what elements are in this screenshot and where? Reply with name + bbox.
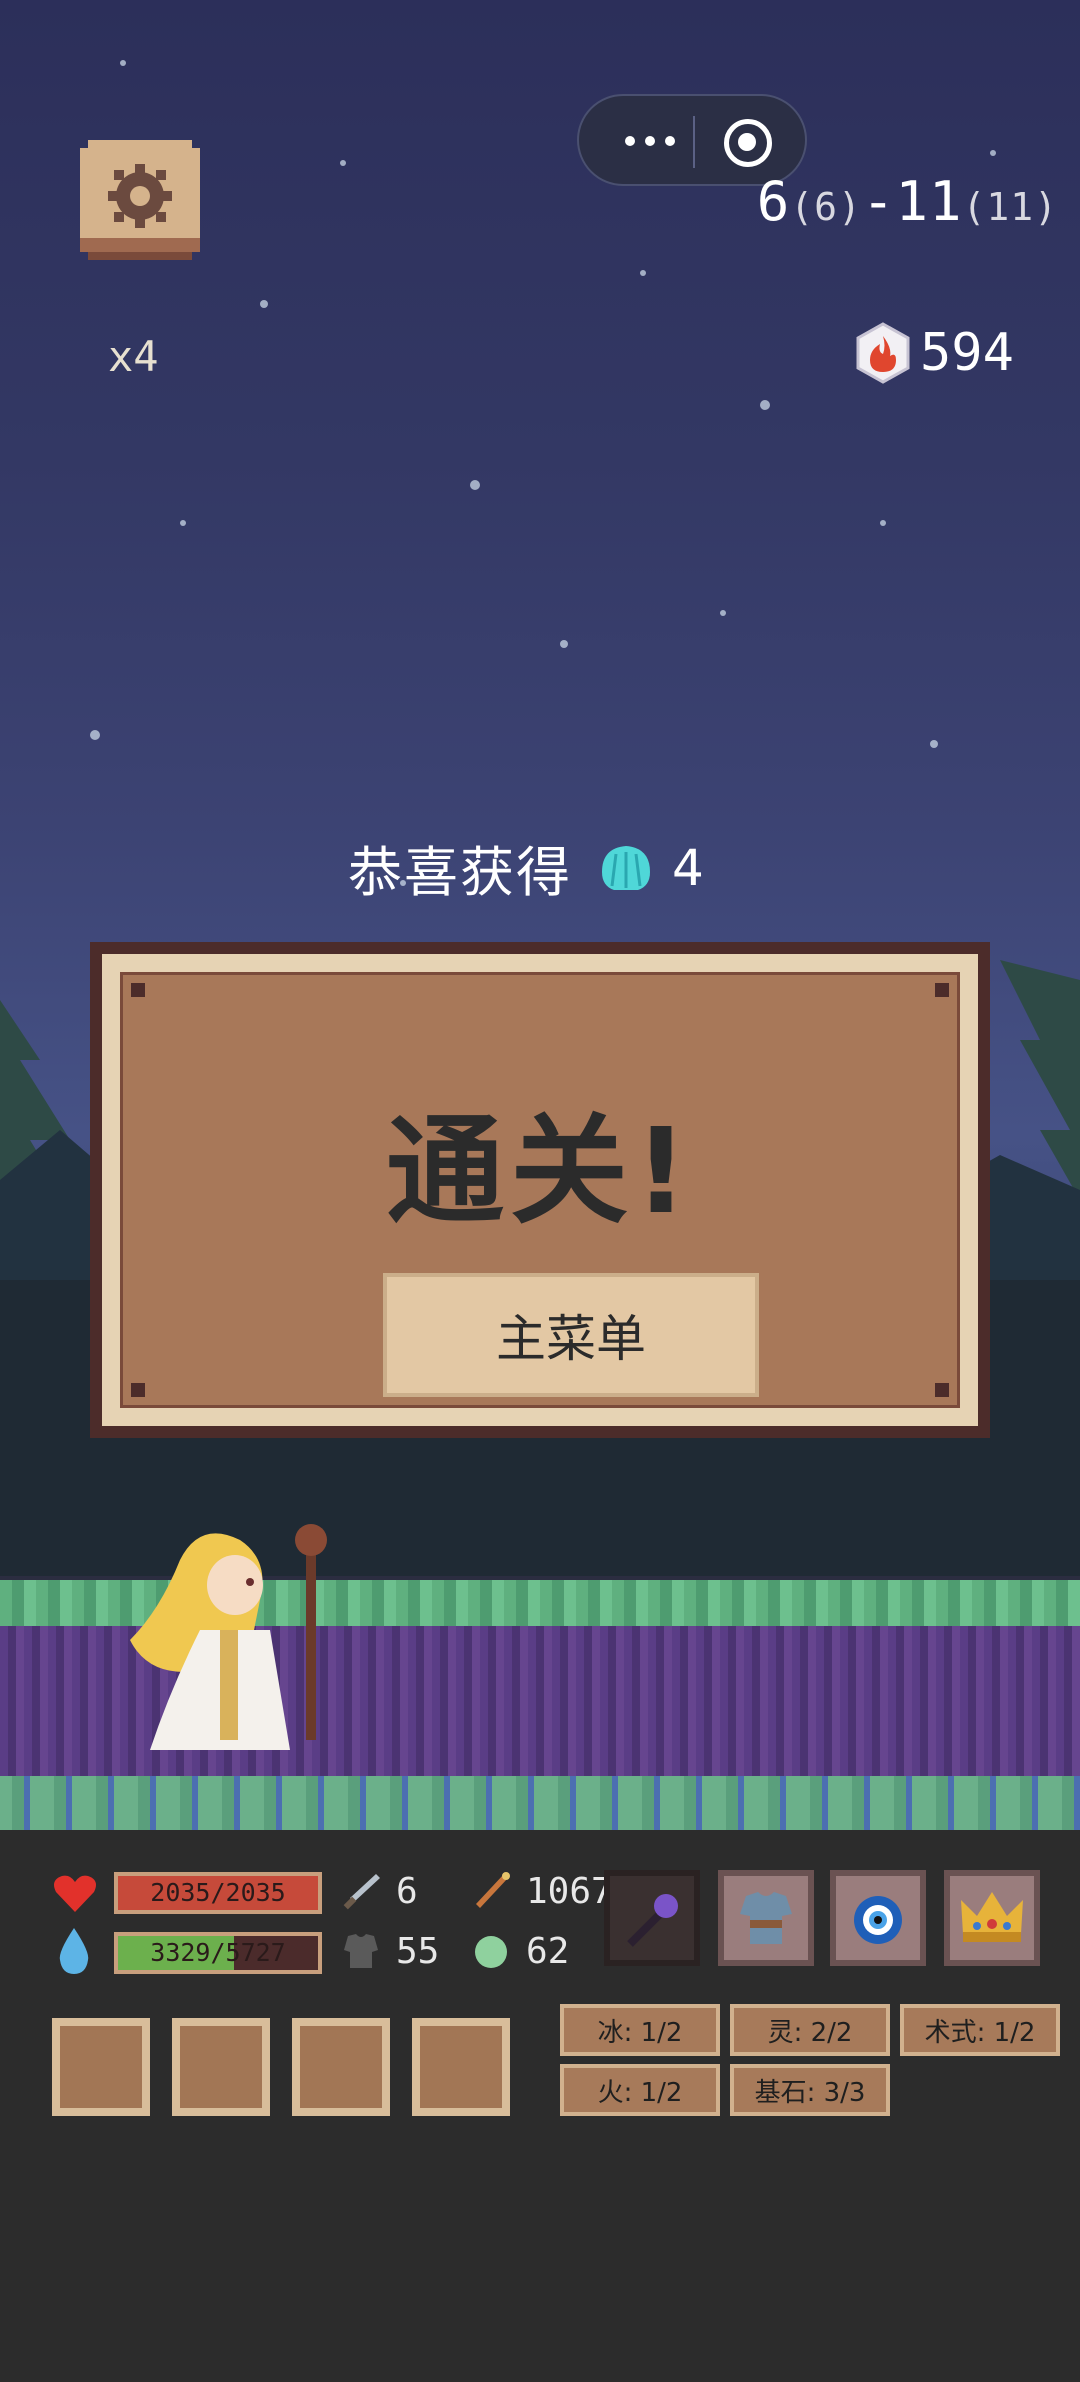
- corner-rivet: [131, 1383, 145, 1397]
- heart-icon: [54, 1875, 96, 1912]
- staff-icon: [627, 1894, 678, 1947]
- corner-rivet: [935, 1383, 949, 1397]
- status-hud: 2035/2035 3329/5727 6 1067 55 62 冰: 1/2 …: [0, 1830, 1080, 2382]
- level-main: 6: [756, 170, 791, 233]
- dialog-title: 通关!: [386, 1102, 694, 1240]
- shell-icon: [602, 845, 650, 890]
- game-scene: [0, 0, 1080, 1830]
- magic-value: 1067: [526, 1870, 613, 1912]
- armor-equipment-slot[interactable]: [718, 1870, 814, 1966]
- hp-bar: 2035/2035: [114, 1872, 322, 1914]
- corner-rivet: [131, 983, 145, 997]
- level-sub-paren: (11): [962, 185, 1058, 229]
- stage-level: 6(6)-11(11): [757, 170, 1058, 233]
- currency-value: 594: [920, 323, 1014, 383]
- mana-drop-icon: [59, 1928, 89, 1974]
- reward-banner: 恭喜获得 4: [348, 828, 706, 907]
- crown-equipment-slot[interactable]: [944, 1870, 1040, 1966]
- armor-icon: [740, 1892, 792, 1944]
- item-slot[interactable]: [292, 2018, 390, 2116]
- crown-icon: [961, 1892, 1023, 1942]
- fire-gem-icon: [856, 322, 910, 384]
- attack-value: 6: [396, 1870, 418, 1912]
- synergy-tag[interactable]: 火: 1/2: [560, 2064, 720, 2116]
- amulet-icon: [854, 1896, 902, 1944]
- synergy-tag[interactable]: 灵: 2/2: [730, 2004, 890, 2056]
- reward-text: 恭喜获得: [348, 841, 572, 904]
- defense-stat: 55: [340, 1930, 439, 1972]
- dialog-body: 通关! 主菜单: [120, 972, 960, 1408]
- capsule-divider: [693, 116, 695, 168]
- speed-toggle[interactable]: x4: [108, 332, 159, 381]
- spirit-value: 62: [526, 1930, 570, 1972]
- synergy-tag[interactable]: 术式: 1/2: [900, 2004, 1060, 2056]
- spirit-stat: 62: [470, 1930, 569, 1972]
- spirit-orb-icon: [475, 1936, 507, 1968]
- target-close-icon[interactable]: [719, 114, 775, 170]
- currency-counter: 594: [852, 322, 1014, 384]
- defense-value: 55: [396, 1930, 440, 1972]
- staff-equipment-slot[interactable]: [604, 1870, 700, 1966]
- attack-stat: 6: [340, 1870, 418, 1912]
- hero-character[interactable]: [110, 1520, 340, 1760]
- amulet-equipment-slot[interactable]: [830, 1870, 926, 1966]
- wand-icon: [476, 1872, 510, 1908]
- main-menu-button[interactable]: 主菜单: [383, 1273, 759, 1397]
- armor-stat-icon: [344, 1934, 378, 1968]
- item-slot[interactable]: [412, 2018, 510, 2116]
- corner-rivet: [935, 983, 949, 997]
- level-sep: -: [861, 170, 896, 233]
- reward-count: 4: [672, 838, 706, 897]
- synergy-tag[interactable]: 冰: 1/2: [560, 2004, 720, 2056]
- magic-stat: 1067: [470, 1870, 613, 1912]
- item-slot[interactable]: [172, 2018, 270, 2116]
- more-dots-icon[interactable]: [607, 114, 693, 168]
- sword-icon: [343, 1874, 380, 1910]
- synergy-tag[interactable]: 基石: 3/3: [730, 2064, 890, 2116]
- mp-bar: 3329/5727: [114, 1932, 322, 1974]
- item-slot[interactable]: [52, 2018, 150, 2116]
- gear-icon[interactable]: [80, 140, 200, 260]
- level-sub: 11: [895, 170, 963, 233]
- level-main-paren: (6): [790, 185, 862, 229]
- dialog-frame: 通关! 主菜单: [102, 954, 978, 1426]
- stage-clear-dialog: 通关! 主菜单: [90, 942, 990, 1438]
